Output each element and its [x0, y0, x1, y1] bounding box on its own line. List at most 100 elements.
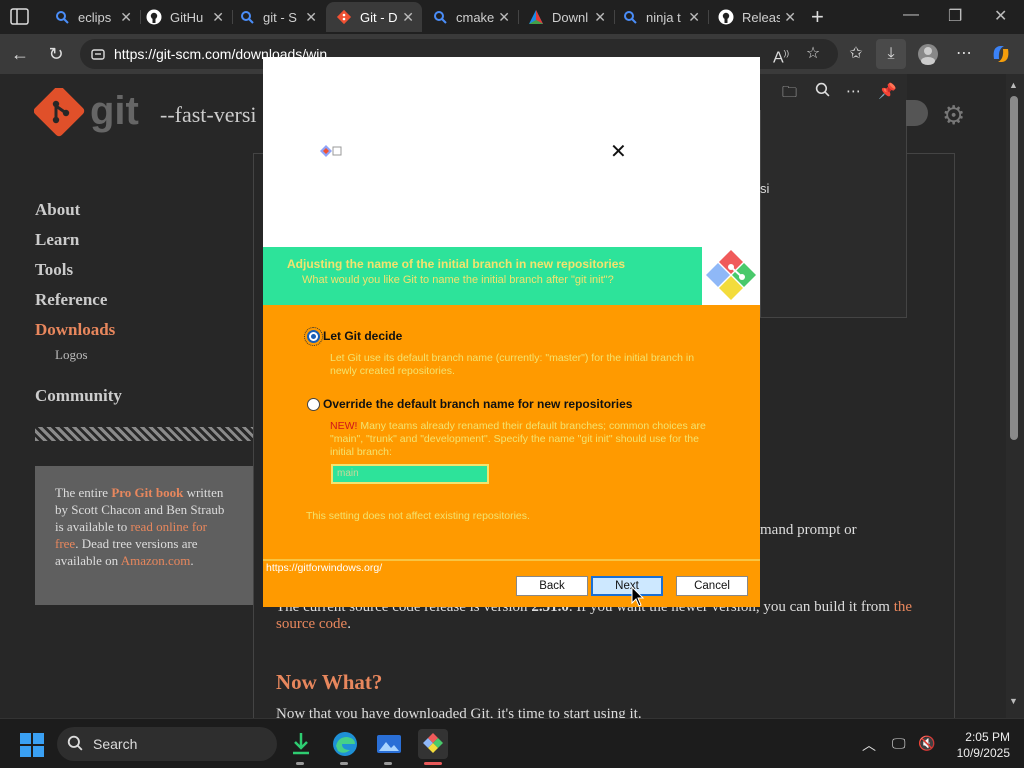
dialog-subtitle: What would you like Git to name the init… — [302, 274, 614, 286]
windows-start-icon[interactable] — [20, 733, 44, 757]
site-tagline: --fast-versi — [160, 102, 257, 127]
download-app-icon[interactable] — [286, 729, 316, 759]
search-icon — [622, 9, 638, 25]
nav-downloads[interactable]: Downloads — [35, 320, 115, 340]
close-icon[interactable]: ✕ — [305, 9, 317, 26]
close-icon[interactable]: ✕ — [120, 9, 132, 26]
divider-pattern — [35, 427, 253, 441]
back-button[interactable]: Back — [516, 576, 588, 596]
nav-community[interactable]: Community — [35, 386, 122, 406]
copilot-icon[interactable] — [990, 43, 1012, 65]
window-close-icon[interactable]: ✕ — [994, 6, 1007, 26]
tab-cmake-search[interactable]: cmake ✕ — [422, 2, 518, 32]
tab-eclipse[interactable]: eclips ✕ — [44, 2, 140, 32]
let-git-decide-radio[interactable] — [304, 327, 323, 346]
network-icon[interactable]: 🖵 — [892, 735, 906, 752]
git-icon — [336, 9, 352, 25]
photos-app-icon[interactable] — [374, 729, 404, 759]
nav-logos[interactable]: Logos — [55, 347, 88, 363]
pro-git-book-promo: The entire Pro Git book written by Scott… — [35, 466, 253, 605]
cancel-button[interactable]: Cancel — [676, 576, 748, 596]
nav-tools[interactable]: Tools — [35, 260, 73, 280]
read-aloud-icon[interactable]: A)) — [770, 43, 792, 66]
search-icon — [239, 9, 255, 25]
tab-cmake-download[interactable]: Downl ✕ — [518, 2, 614, 32]
restore-icon[interactable]: ❐ — [948, 6, 962, 26]
mouse-cursor-icon — [631, 585, 645, 608]
site-info-icon[interactable] — [90, 46, 106, 62]
tab-github[interactable]: GitHu ✕ — [136, 2, 232, 32]
let-git-decide-label[interactable]: Let Git decide — [323, 329, 402, 343]
nav-learn[interactable]: Learn — [35, 230, 79, 250]
footer-separator — [263, 559, 760, 561]
favorites-icon[interactable]: ✩ — [845, 43, 867, 65]
close-icon[interactable]: ✕ — [212, 9, 224, 26]
folder-icon[interactable]: 🗀 — [782, 82, 797, 107]
search-icon — [432, 9, 448, 25]
nav-reference[interactable]: Reference — [35, 290, 107, 310]
source-code-link[interactable]: source code — [276, 616, 347, 632]
let-git-decide-description: Let Git use its default branch name (cur… — [330, 352, 695, 377]
tab-ninja-search[interactable]: ninja t ✕ — [612, 2, 708, 32]
branch-name-input[interactable]: main — [331, 464, 489, 484]
edge-browser-icon[interactable] — [330, 729, 360, 759]
gitforwindows-link[interactable]: https://gitforwindows.org/ — [266, 562, 383, 574]
volume-muted-icon[interactable]: 🔇 — [918, 735, 935, 752]
close-icon[interactable]: ✕ — [594, 9, 606, 26]
next-button[interactable]: Next — [591, 576, 663, 596]
taskbar-search[interactable]: Search — [57, 727, 277, 761]
minimize-icon[interactable]: — — [903, 6, 919, 24]
more-menu-icon[interactable]: ⋯ — [953, 43, 975, 65]
pin-icon[interactable]: 📌 — [878, 82, 897, 100]
new-tab-button[interactable]: + — [811, 4, 824, 30]
close-icon[interactable]: ✕ — [688, 9, 700, 26]
refresh-icon[interactable]: ↻ — [45, 43, 67, 65]
close-icon[interactable]: ✕ — [498, 9, 510, 26]
favorite-star-icon[interactable]: ☆ — [802, 43, 824, 65]
body-text-fragment: mand prompt or — [760, 522, 857, 538]
profile-avatar[interactable] — [917, 43, 939, 65]
dialog-header: Adjusting the name of the initial branch… — [263, 247, 760, 305]
scroll-thumb[interactable] — [1010, 96, 1018, 440]
github-icon — [146, 9, 162, 25]
override-branch-label[interactable]: Override the default branch name for new… — [323, 397, 632, 411]
git-setup-dialog: ✕ Adjusting the name of the initial bran… — [263, 57, 760, 607]
browser-tab-bar: eclips ✕ GitHu ✕ git - S ✕ Git - D ✕ cma… — [0, 0, 1024, 34]
tab-releases[interactable]: Releas ✕ — [708, 2, 804, 32]
tab-git-search[interactable]: git - S ✕ — [229, 2, 325, 32]
amazon-link[interactable]: Amazon.com — [121, 553, 191, 568]
back-arrow-icon[interactable]: ← — [9, 43, 31, 65]
tab-git-downloads[interactable]: Git - D ✕ — [326, 2, 422, 32]
new-badge: NEW! — [330, 420, 358, 432]
dialog-title: Adjusting the name of the initial branch… — [287, 257, 626, 271]
tray-overflow-chevron-icon[interactable]: ︿ — [862, 735, 876, 755]
dialog-close-icon[interactable]: ✕ — [610, 139, 627, 164]
more-options-icon[interactable]: ⋯ — [846, 82, 861, 100]
site-search-field-edge[interactable] — [906, 100, 928, 126]
search-icon — [67, 735, 83, 756]
svg-text:git: git — [90, 89, 139, 133]
override-branch-description: NEW! Many teams already renamed their de… — [330, 420, 706, 458]
page-scrollbar[interactable]: ▲ ▼ — [1006, 74, 1024, 718]
close-icon[interactable]: ✕ — [402, 9, 414, 26]
existing-repos-note: This setting does not affect existing re… — [306, 510, 530, 522]
downloads-panel — [760, 74, 907, 318]
now-what-heading: Now What? — [276, 670, 383, 694]
close-icon[interactable]: ✕ — [784, 9, 796, 26]
downloads-panel-toolbar: 🗀 ⋯ 📌 — [760, 74, 907, 110]
git-logo[interactable]: git — [33, 85, 146, 149]
panel-text-fragment: si — [760, 181, 770, 196]
nav-about[interactable]: About — [35, 200, 80, 220]
git-setup-taskbar-icon[interactable] — [418, 729, 448, 759]
tab-actions-icon[interactable] — [8, 6, 32, 28]
scroll-up-icon[interactable]: ▲ — [1009, 80, 1018, 90]
search-icon[interactable] — [815, 82, 830, 101]
settings-gear-icon[interactable]: ⚙ — [942, 100, 965, 131]
github-icon — [718, 9, 734, 25]
scroll-down-icon[interactable]: ▼ — [1009, 696, 1018, 706]
source-code-link-start[interactable]: the — [894, 599, 912, 615]
taskbar-clock[interactable]: 2:05 PM 10/9/2025 — [940, 729, 1010, 761]
downloads-icon[interactable]: ⤓ — [876, 39, 906, 69]
pro-git-book-link[interactable]: Pro Git book — [111, 485, 183, 500]
override-branch-radio[interactable] — [307, 398, 320, 411]
